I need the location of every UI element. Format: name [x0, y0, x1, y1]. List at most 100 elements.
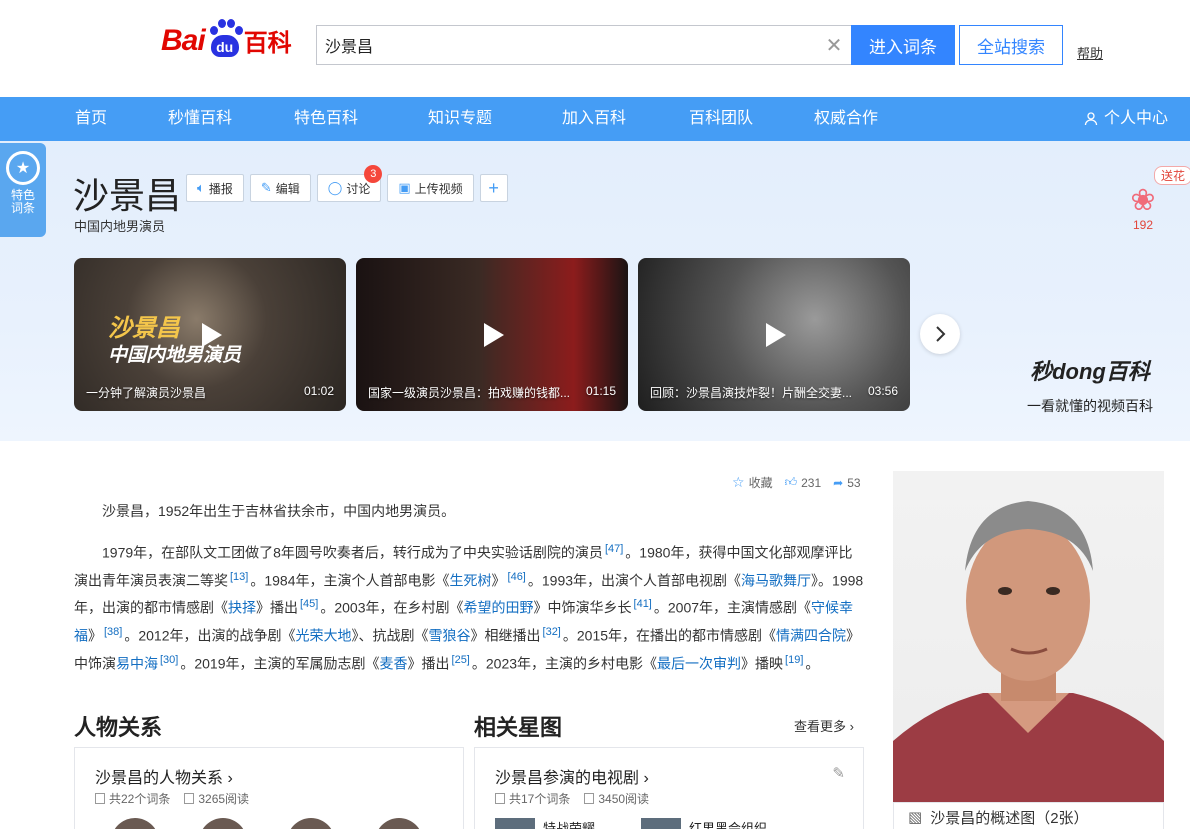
entry-stats: ☆ 收藏 👍︎ 231 ➦ 53 [732, 474, 861, 491]
collect-button[interactable]: ☆ 收藏 [732, 474, 773, 491]
reference-link[interactable]: [30] [160, 654, 178, 666]
user-center-label: 个人中心 [1103, 110, 1168, 127]
relations-card[interactable]: 沙景昌的人物关系 › 共22个词条 3265阅读 [74, 747, 464, 829]
edit-pencil-icon[interactable]: ✎ [832, 764, 845, 782]
list-item[interactable]: 红男黑会组织 [641, 818, 767, 829]
paw-icon: du [206, 18, 243, 58]
portrait-caption[interactable]: ▧ 沙景昌的概述图（2张） [893, 802, 1164, 829]
site-search-button[interactable]: 全站搜索 [959, 25, 1063, 65]
portrait-image[interactable] [893, 471, 1164, 802]
video-duration: 01:15 [585, 384, 616, 398]
relations-heading: 人物关系 [74, 715, 163, 740]
entry-link[interactable]: 易中海 [116, 655, 158, 671]
avatar[interactable] [375, 818, 423, 829]
reference-link[interactable]: [45] [300, 598, 318, 610]
nav-team[interactable]: 百科团队 [689, 97, 753, 141]
video-card[interactable]: 国家一级演员沙景昌：拍戏赚的钱都... 01:15 [356, 258, 628, 411]
reference-link[interactable]: [41] [634, 598, 652, 610]
send-flower-widget[interactable]: 送花 ❀ 192 [1126, 166, 1190, 232]
play-icon [202, 322, 222, 347]
add-button[interactable]: + [479, 174, 508, 202]
nav-join[interactable]: 加入百科 [562, 97, 626, 141]
entry-link[interactable]: 希望的田野 [464, 600, 534, 616]
help-link[interactable]: 帮助 [1077, 43, 1103, 62]
entry-actions: 🔈︎ 播报 ✎ 编辑 ◯ 讨论 3 ▣ 上传视频 + [186, 165, 508, 202]
entry-hero: ★ 特色 词条 沙景昌 中国内地男演员 🔈︎ 播报 ✎ 编辑 ◯ 讨论 3 ▣ … [0, 141, 1190, 441]
stars-card-meta: 共17个词条 3450阅读 [495, 790, 649, 807]
logo-baike-text: 百科 [243, 30, 292, 57]
clear-icon[interactable]: ✕ [816, 26, 852, 64]
search-input[interactable] [317, 26, 816, 64]
entry-link[interactable]: 生死树 [450, 572, 492, 588]
like-button[interactable]: 👍︎ 231 [785, 475, 822, 490]
view-more-link[interactable]: 查看更多 › [794, 716, 854, 735]
edit-button[interactable]: ✎ 编辑 [249, 174, 311, 202]
discuss-button[interactable]: ◯ 讨论 3 [316, 165, 383, 202]
baidu-baike-logo[interactable]: Bai du 百科 [161, 18, 292, 58]
entry-link[interactable]: 情满四合院 [776, 628, 846, 644]
flower-count: 192 [1132, 218, 1154, 232]
nav-topics[interactable]: 知识专题 [428, 97, 492, 141]
video-card[interactable]: 回顾：沙景昌演技炸裂！片酬全交妻... 03:56 [638, 258, 910, 411]
video-title: 一分钟了解演员沙景昌 [86, 386, 207, 400]
reference-link[interactable]: [38] [104, 626, 122, 638]
enter-entry-button[interactable]: 进入词条 [851, 25, 955, 65]
carousel-next-button[interactable] [920, 314, 960, 354]
entry-link[interactable]: 最后一次审判 [657, 655, 741, 671]
reference-link[interactable]: [47] [605, 543, 623, 555]
share-icon: ➦ [833, 475, 844, 490]
user-center-link[interactable]: 个人中心 [1084, 97, 1168, 141]
entry-link[interactable]: 抉择 [228, 600, 256, 616]
relations-card-meta: 共22个词条 3265阅读 [95, 790, 249, 807]
miaodong-slogan: 一看就懂的视频百科 [1027, 399, 1153, 415]
reference-link[interactable]: [19] [785, 654, 803, 666]
share-count: 53 [847, 475, 861, 490]
logo-bai-text: Bai [161, 24, 206, 57]
share-button[interactable]: ➦ 53 [833, 476, 860, 490]
nav-miaodong[interactable]: 秒懂百科 [168, 97, 232, 141]
intro-summary: 沙景昌，1952年出生于吉林省扶余市，中国内地男演员。 1979年，在部队文工团… [74, 499, 864, 689]
upload-video-button[interactable]: ▣ 上传视频 [387, 174, 474, 202]
play-icon [484, 322, 504, 347]
main-nav: 首页 秒懂百科 特色百科 知识专题 加入百科 百科团队 权威合作 个人中心 [0, 97, 1190, 141]
stars-card[interactable]: 沙景昌参演的电视剧 › ✎ 共17个词条 3450阅读 特战荣耀 红男黑会组织 [474, 747, 864, 829]
nav-partners[interactable]: 权威合作 [814, 97, 878, 141]
entry-link[interactable]: 雪狼谷 [429, 628, 471, 644]
entry-subtitle: 中国内地男演员 [74, 219, 166, 234]
reference-link[interactable]: [32] [543, 626, 561, 638]
avatar[interactable] [199, 818, 247, 829]
entry-link[interactable]: 光荣大地 [296, 628, 352, 644]
reference-link[interactable]: [13] [230, 571, 248, 583]
broadcast-button[interactable]: 🔈︎ 播报 [186, 174, 244, 202]
stars-heading: 相关星图 [474, 715, 563, 740]
video-overlay-name: 沙景昌 [108, 315, 180, 342]
reference-link[interactable]: [46] [508, 571, 526, 583]
entry-count: 共17个词条 [495, 790, 570, 807]
video-card[interactable]: 沙景昌 中国内地男演员 一分钟了解演员沙景昌 01:02 [74, 258, 346, 411]
entry-link[interactable]: 麦香 [380, 655, 408, 671]
portrait-figure [893, 501, 1164, 802]
user-icon [1084, 112, 1098, 126]
reference-link[interactable]: [25] [452, 654, 470, 666]
avatar[interactable] [287, 818, 335, 829]
thumbs-up-icon: 👍︎ [784, 475, 798, 489]
nav-featured[interactable]: 特色百科 [294, 97, 358, 141]
discuss-label: 讨论 [346, 181, 371, 196]
list-item[interactable]: 特战荣耀 [495, 818, 595, 829]
avatar[interactable] [111, 818, 159, 829]
broadcast-label: 播报 [208, 181, 233, 196]
send-flower-label: 送花 [1154, 166, 1190, 185]
pencil-icon: ✎ [260, 180, 272, 195]
relation-avatars [111, 818, 423, 829]
intro-paragraph-2: 1979年，在部队文工团做了8年圆号吹奏者后，转行成为了中央实验话剧院的演员 [4… [74, 543, 864, 672]
chevron-right-icon: › [227, 770, 233, 787]
entry-link[interactable]: 海马歌舞厅 [741, 572, 811, 588]
miaodong-logo[interactable]: 秒dong百科 一看就懂的视频百科 [1010, 354, 1170, 416]
video-duration: 01:02 [303, 384, 334, 398]
special-entry-badge[interactable]: ★ 特色 词条 [0, 143, 46, 237]
series-thumbnail [495, 818, 535, 829]
series-thumbnail [641, 818, 682, 829]
nav-home[interactable]: 首页 [75, 97, 107, 141]
image-icon: ▧ [908, 809, 923, 826]
top-header: Bai du 百科 ✕ 进入词条 全站搜索 帮助 [0, 0, 1190, 97]
